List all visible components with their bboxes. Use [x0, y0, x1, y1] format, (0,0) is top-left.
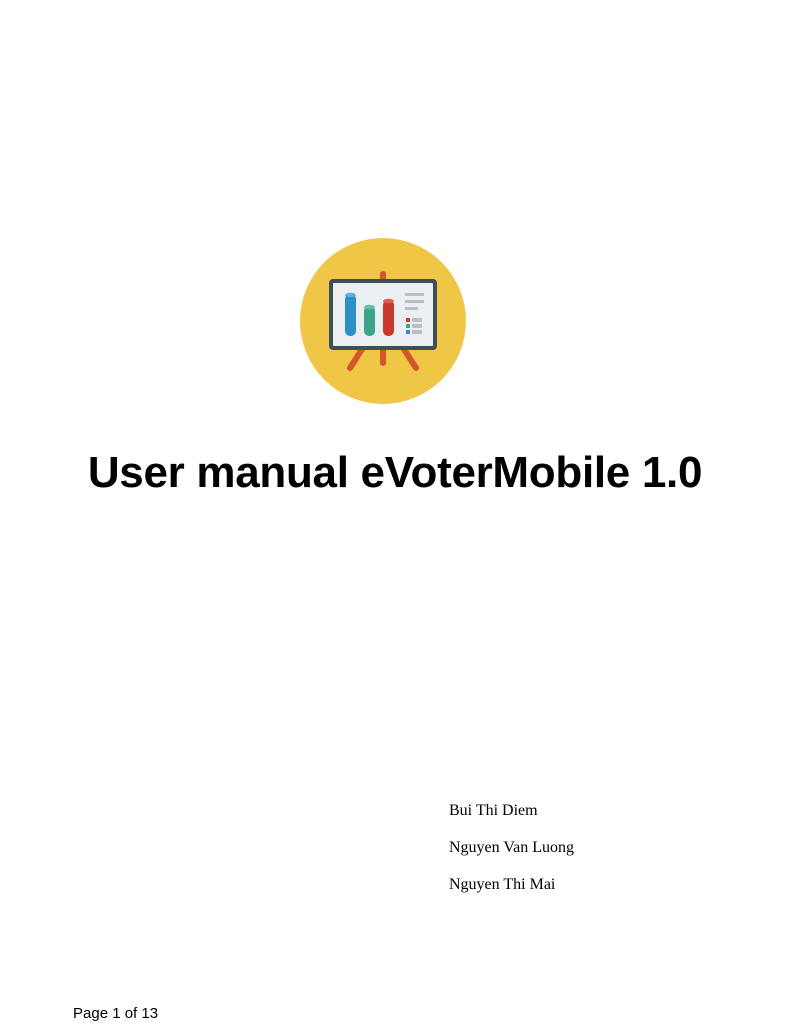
- document-title: User manual eVoterMobile 1.0: [87, 448, 703, 497]
- author-name: Bui Thi Diem: [449, 802, 538, 819]
- legend-swatch-blue: [406, 330, 410, 334]
- text-line: [405, 307, 418, 310]
- text-line: [405, 293, 424, 296]
- presentation-board-chart-icon: [300, 238, 466, 404]
- author-name: Nguyen Thi Mai: [449, 876, 556, 893]
- legend-line: [412, 318, 422, 322]
- legend-line: [412, 330, 422, 334]
- bar-blue: [345, 294, 356, 336]
- text-line: [405, 300, 424, 303]
- bar-green: [364, 306, 375, 336]
- legend-swatch-green: [406, 324, 410, 328]
- page-number-footer: Page 1 of 13: [73, 1005, 159, 1022]
- author-list: Bui Thi Diem Nguyen Van Luong Nguyen Thi…: [449, 800, 574, 911]
- bar-red: [383, 300, 394, 336]
- legend-swatch-red: [406, 318, 410, 322]
- legend-line: [412, 324, 422, 328]
- author-name: Nguyen Van Luong: [449, 839, 575, 856]
